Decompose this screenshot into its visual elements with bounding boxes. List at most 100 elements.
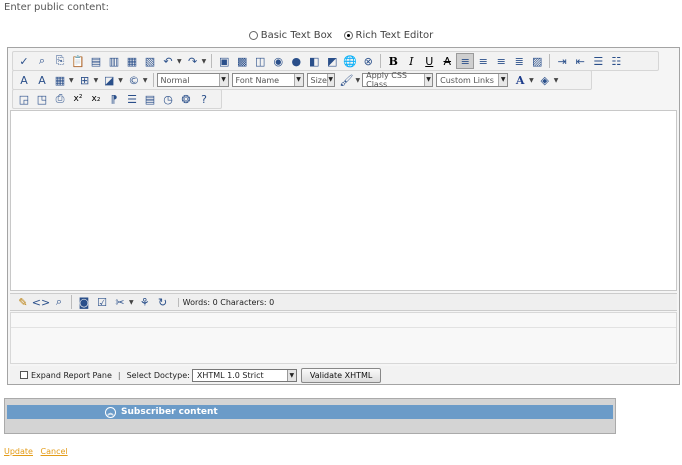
align-center-icon[interactable]: ≡ [474,53,492,69]
remove-alignment-icon[interactable]: ▨ [528,53,546,69]
snippet-dropdown-icon[interactable]: ▼ [118,77,123,84]
insert-element-icon[interactable]: ⊞ [76,72,94,88]
subscriber-content-header[interactable]: ︽ Subscriber content [7,405,613,419]
insert-form-icon[interactable]: ◲ [15,91,33,107]
paste-html-icon[interactable]: ▦ [123,53,141,69]
numbered-list-icon[interactable]: ☰ [589,53,607,69]
preview-mode-icon[interactable]: ⌕ [50,294,68,310]
insert-element-dropdown-icon[interactable]: ▼ [94,77,99,84]
snippet-icon[interactable]: ◪ [100,72,118,88]
table-dropdown-icon[interactable]: ▼ [69,77,74,84]
doctype-select[interactable]: XHTML 1.0 Strict ▼ [191,368,297,382]
refresh-icon[interactable]: ↻ [154,294,172,310]
print-icon[interactable]: ⎙ [51,91,69,107]
copy-icon[interactable]: ⎘ [51,53,69,69]
insert-page-icon[interactable]: ◳ [33,91,51,107]
rich-text-radio[interactable] [343,31,353,40]
undo-icon[interactable]: ↶ [159,53,177,69]
media-manager-icon[interactable]: ● [287,53,305,69]
paste-format-icon[interactable]: ▧ [141,53,159,69]
chevron-down-icon: ▼ [293,74,303,86]
module-manager-icon[interactable]: ❂ [177,91,195,107]
bold-icon[interactable]: B [384,53,402,69]
background-color-dropdown-icon[interactable]: ▼ [554,77,559,84]
design-mode-icon[interactable]: ✎ [14,294,32,310]
insert-time-icon[interactable]: ◷ [159,91,177,107]
superscript-size-icon[interactable]: A [15,72,33,88]
divider: | [117,370,121,380]
validator-bar: Expand Report Pane | Select Doctype: XHT… [10,366,677,384]
format-stripper-icon[interactable]: ⁋ [105,91,123,107]
editor-content-area[interactable] [10,110,677,291]
format-dropdown-icon[interactable]: ▼ [356,77,361,84]
expand-report-checkbox[interactable] [20,371,28,379]
font-color-icon[interactable]: A [511,72,529,88]
toolbar-separator [549,54,551,68]
chevron-down-icon: ▼ [286,369,296,381]
rich-text-editor-option[interactable]: Rich Text Editor [343,30,434,41]
font-name-dropdown[interactable]: Font Name ▼ [231,73,304,87]
document-manager-icon[interactable]: ◧ [305,53,323,69]
collapse-icon[interactable]: ︽ [105,406,116,418]
chevron-down-icon: ▼ [423,74,433,86]
bulleted-list-icon[interactable]: ☷ [607,53,625,69]
html-mode-icon[interactable]: <> [32,294,50,310]
superscript-icon[interactable]: x² [69,91,87,107]
subscript-size-icon[interactable]: A [33,72,51,88]
horizontal-rule-icon[interactable]: ☰ [123,91,141,107]
word-character-count: Words: 0 Characters: 0 [177,297,274,307]
format-brush-icon[interactable]: 🖌 [338,72,356,88]
align-right-icon[interactable]: ≡ [492,53,510,69]
flash-manager-icon[interactable]: ◉ [269,53,287,69]
underline-icon[interactable]: U [420,53,438,69]
remove-link-icon[interactable]: ⊗ [359,53,377,69]
redo-dropdown-icon[interactable]: ▼ [202,58,207,65]
report-pane [10,312,677,364]
track-changes-icon[interactable]: ☑ [93,294,111,310]
custom-links-dropdown[interactable]: Custom Links ▼ [436,73,509,87]
align-left-icon[interactable]: ≡ [456,53,475,69]
css-class-dropdown[interactable]: Apply CSS Class ▼ [362,71,434,89]
absolute-position-icon[interactable]: ◫ [251,53,269,69]
expand-report-label[interactable]: Expand Report Pane [31,371,112,380]
symbol-dropdown-icon[interactable]: ▼ [143,77,148,84]
toolbar-row-2: A A ▦ ▼ ⊞ ▼ ◪ ▼ © ▼ Normal ▼ Font Name ▼ Size ▼… [12,70,592,90]
background-color-icon[interactable]: ◈ [536,72,554,88]
paste-word-icon[interactable]: ▤ [87,53,105,69]
strikethrough-icon[interactable]: A [438,53,456,69]
table-icon[interactable]: ▦ [51,72,69,88]
basic-text-box-option[interactable]: Basic Text Box [248,30,333,41]
template-manager-icon[interactable]: ◩ [323,53,341,69]
indent-icon[interactable]: ⇥ [553,53,571,69]
paragraph-style-dropdown[interactable]: Normal ▼ [156,73,229,87]
font-color-dropdown-icon[interactable]: ▼ [529,77,534,84]
undo-dropdown-icon[interactable]: ▼ [177,58,182,65]
justify-icon[interactable]: ≣ [510,53,528,69]
spellcheck-icon[interactable]: ✓ [15,53,33,69]
image-map-icon[interactable]: ▩ [233,53,251,69]
subscript-icon[interactable]: x₂ [87,91,105,107]
cut-dropdown-icon[interactable]: ▼ [129,299,134,306]
symbol-icon[interactable]: © [125,72,143,88]
rich-text-label[interactable]: Rich Text Editor [356,30,434,41]
hyperlink-icon[interactable]: 🌐 [341,53,359,69]
validate-xhtml-button[interactable]: Validate XHTML [300,367,382,383]
basic-text-radio[interactable] [248,31,258,40]
modules-icon[interactable]: ⚘ [136,294,154,310]
xhtml-validator-icon[interactable]: ◙ [75,294,93,310]
font-size-value: Size [310,75,327,85]
help-icon[interactable]: ? [195,91,213,107]
paste-plain-icon[interactable]: ▥ [105,53,123,69]
outdent-icon[interactable]: ⇤ [571,53,589,69]
cancel-link[interactable]: Cancel [41,447,68,456]
insert-date-icon[interactable]: ▤ [141,91,159,107]
paste-icon[interactable]: 📋 [69,53,87,69]
basic-text-label[interactable]: Basic Text Box [261,30,333,41]
italic-icon[interactable]: I [402,53,420,69]
image-manager-icon[interactable]: ▣ [215,53,233,69]
font-size-dropdown[interactable]: Size ▼ [306,73,335,87]
update-link[interactable]: Update [4,447,33,456]
redo-icon[interactable]: ↷ [184,53,202,69]
cut-icon[interactable]: ✂ [111,294,129,310]
find-replace-icon[interactable]: ⌕ [33,53,51,69]
